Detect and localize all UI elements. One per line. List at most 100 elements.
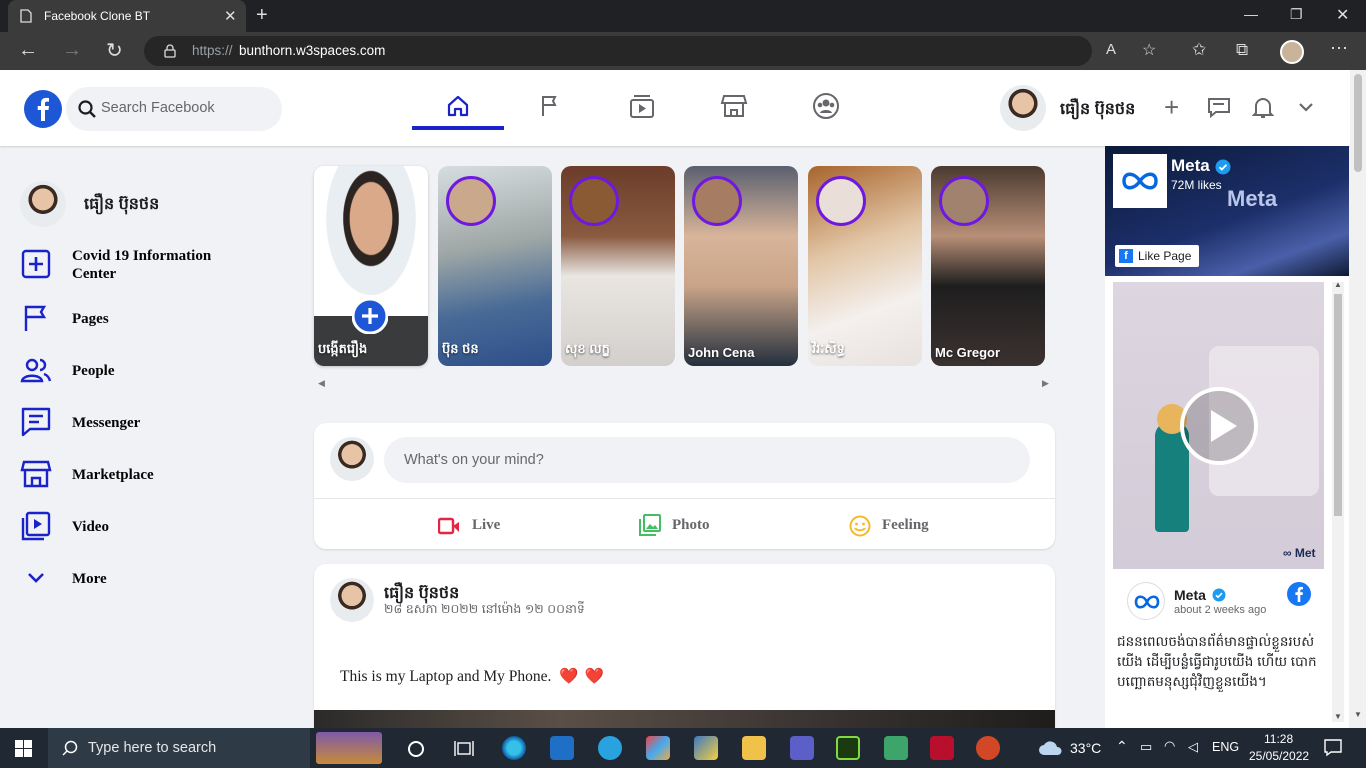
feeling-label: Feeling (882, 517, 929, 533)
new-tab-icon[interactable]: + (256, 4, 268, 27)
restore-icon[interactable]: ❐ (1290, 6, 1303, 23)
app-taskbar-icon[interactable] (884, 736, 908, 760)
meta-page-name[interactable]: Meta (1171, 156, 1210, 176)
header-user-name[interactable]: ធឿន ប៊ុនថន (1060, 98, 1135, 122)
mail-taskbar-icon[interactable] (550, 736, 574, 760)
browser-tab[interactable]: Facebook Clone BT ✕ (8, 0, 246, 32)
nav-watch[interactable] (596, 86, 688, 128)
favorites-icon[interactable]: ✩ (1192, 40, 1206, 60)
weather-cloud-icon[interactable] (1038, 739, 1064, 757)
chevron-up-icon[interactable]: ⌃ (1116, 738, 1128, 755)
story-card[interactable]: ប៊ុន ថន (438, 166, 552, 366)
story-card[interactable]: វិរៈសិទ្ធ (808, 166, 922, 366)
story-card[interactable]: Mc Gregor (931, 166, 1045, 366)
stories-scroll-left-icon[interactable]: ◀ (318, 378, 325, 389)
edge-taskbar-icon[interactable] (502, 736, 526, 760)
create-icon[interactable]: + (1164, 92, 1179, 123)
clock-date[interactable]: 25/05/2022 (1249, 749, 1309, 763)
embed-scrollbar-thumb[interactable] (1334, 294, 1342, 516)
taskbar-search-input[interactable]: Type here to search (48, 728, 382, 768)
read-aloud-icon[interactable]: A (1106, 41, 1116, 58)
cortana-icon[interactable] (407, 740, 425, 758)
browser-profile-avatar[interactable] (1280, 40, 1304, 64)
photo-icon (639, 514, 661, 536)
page-scrollbar[interactable]: ▼ (1350, 70, 1366, 728)
task-view-icon[interactable] (454, 740, 474, 757)
nav-pages[interactable] (504, 86, 596, 128)
file-explorer-taskbar-icon[interactable] (742, 736, 766, 760)
clock-time[interactable]: 11:28 (1264, 732, 1293, 746)
page-icon (20, 9, 32, 23)
composer-placeholder: What's on your mind? (404, 452, 544, 468)
sidebar-profile-name[interactable]: ធឿន ប៊ុនថន (84, 193, 159, 217)
facebook-logo-icon[interactable] (24, 90, 62, 128)
refresh-icon[interactable]: ↻ (106, 38, 123, 63)
browser-tab-bar: Facebook Clone BT ✕ + — ❐ ✕ (0, 0, 1366, 32)
video-brand: ∞ Met (1283, 546, 1316, 560)
like-page-button[interactable]: f Like Page (1115, 245, 1199, 267)
back-icon[interactable]: ← (18, 39, 38, 62)
nav-groups[interactable] (780, 86, 872, 128)
battery-icon[interactable]: ▭ (1140, 739, 1152, 755)
nav-marketplace[interactable] (688, 86, 780, 128)
close-tab-icon[interactable]: ✕ (224, 7, 237, 25)
weather-temp[interactable]: 33°C (1070, 740, 1101, 756)
composer-avatar[interactable] (330, 437, 374, 481)
nav-home[interactable] (412, 86, 504, 130)
meta-post-name[interactable]: Meta (1174, 587, 1206, 603)
notifications-icon[interactable] (1252, 96, 1274, 120)
meta-logo[interactable] (1113, 154, 1167, 208)
paint-taskbar-icon[interactable] (646, 736, 670, 760)
live-label: Live (472, 517, 501, 533)
facebook-circle-icon[interactable] (1287, 582, 1311, 606)
post-author-avatar[interactable] (330, 578, 374, 622)
notification-center-icon[interactable] (1324, 739, 1342, 757)
wifi-icon[interactable]: ◠ (1164, 738, 1175, 754)
messenger-icon[interactable] (1208, 98, 1230, 118)
chevron-down-icon (28, 573, 44, 583)
play-video-icon[interactable] (1179, 386, 1259, 466)
search-highlight-image[interactable] (316, 732, 382, 764)
create-story-card[interactable]: បង្កើតរឿង (314, 166, 428, 366)
telegram-taskbar-icon[interactable] (598, 736, 622, 760)
url-field[interactable]: https:// bunthorn.w3spaces.com A ☆ (144, 36, 1156, 66)
live-video-icon (438, 517, 459, 535)
window-close-icon[interactable]: ✕ (1336, 5, 1349, 25)
language-indicator[interactable]: ENG (1212, 740, 1239, 754)
meta-post-avatar[interactable] (1127, 582, 1165, 620)
sidebar-avatar[interactable] (20, 181, 66, 227)
stories-scroll-right-icon[interactable]: ▶ (1042, 378, 1049, 389)
url-prefix: https:// (192, 43, 233, 58)
add-favorite-icon[interactable]: ☆ (1142, 40, 1156, 60)
devcpp-taskbar-icon[interactable] (930, 736, 954, 760)
terminal-taskbar-icon[interactable] (836, 736, 860, 760)
post-text: This is my Laptop and My Phone. ❤️ ❤️ (340, 667, 604, 686)
volume-icon[interactable]: ◁ (1188, 739, 1198, 755)
page-scrollbar-thumb[interactable] (1354, 74, 1362, 172)
marketplace-icon (720, 95, 748, 117)
embed-scrollbar[interactable]: ▲ ▼ (1332, 280, 1344, 722)
post-date[interactable]: ២៨ ឧសភា ២០២២ នៅម៉ោង ១២ ០០នាទី (384, 602, 585, 620)
sidebar-item-label: Marketplace (72, 467, 154, 483)
python-taskbar-icon[interactable] (694, 736, 718, 760)
add-story-icon[interactable] (352, 298, 388, 334)
teams-taskbar-icon[interactable] (790, 736, 814, 760)
powerpoint-taskbar-icon[interactable] (976, 736, 1000, 760)
forward-icon[interactable]: → (62, 39, 82, 62)
minimize-icon[interactable]: — (1244, 6, 1258, 22)
meta-post-time: about 2 weeks ago (1174, 604, 1267, 616)
photo-label: Photo (672, 517, 710, 533)
account-menu-chevron-icon[interactable] (1298, 102, 1314, 112)
windows-start-icon[interactable] (15, 740, 32, 757)
collections-icon[interactable]: ⧉ (1236, 40, 1248, 60)
more-options-icon[interactable]: ⋯ (1330, 38, 1348, 59)
meta-feed-embed: ∞ Met ▲ ▼ Meta about 2 weeks ago ជនន​ពេល… (1105, 276, 1349, 728)
story-card[interactable]: John Cena (684, 166, 798, 366)
search-input[interactable]: Search Facebook (66, 87, 282, 131)
meta-video-thumbnail[interactable]: ∞ Met (1113, 282, 1324, 569)
story-card[interactable]: សុខ លក្ខ (561, 166, 675, 366)
meta-infinity-icon (1122, 172, 1158, 190)
composer-input[interactable]: What's on your mind? (384, 437, 1030, 483)
header-avatar[interactable] (1000, 85, 1046, 131)
people-icon (20, 358, 52, 383)
